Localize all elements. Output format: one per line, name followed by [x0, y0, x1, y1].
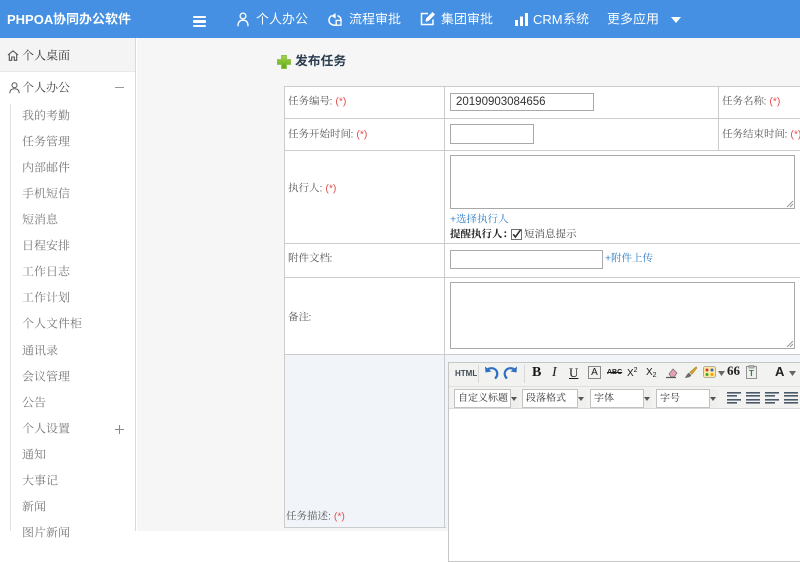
- svg-text:T: T: [749, 369, 754, 378]
